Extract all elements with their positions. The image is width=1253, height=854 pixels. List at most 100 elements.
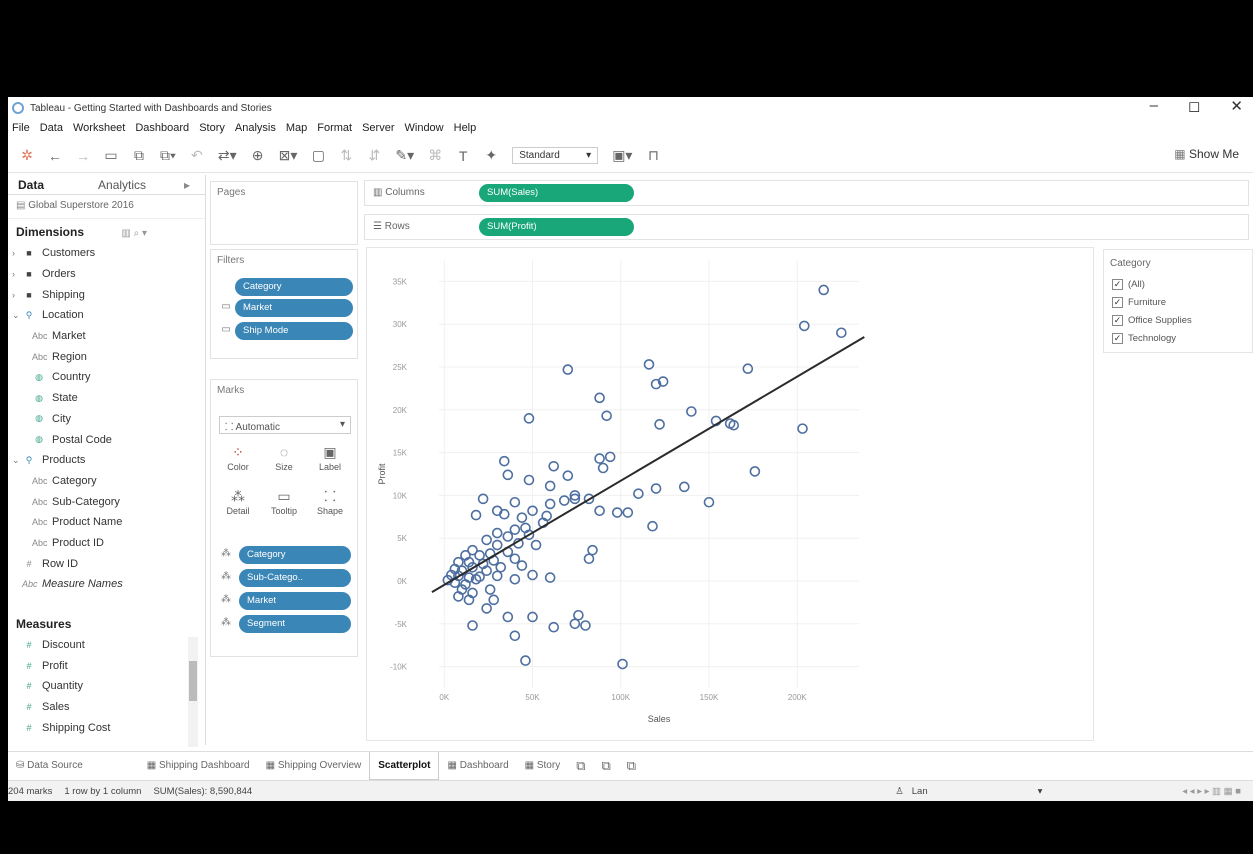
dimension-field[interactable]: ◍ City [8,409,205,430]
dimension-field[interactable]: ⌄ ⚲ Location [8,305,205,326]
marks-pill[interactable]: Sub-Catego.. [239,569,351,587]
menu-item-map[interactable]: Map [286,122,307,134]
filter-pill-category[interactable]: Category [235,278,353,296]
new-datasource-icon[interactable]: ⧉ [132,147,146,164]
pane-menu-icon[interactable]: ▸ [174,178,200,192]
menu-item-file[interactable]: File [12,122,30,134]
clear-sheet-icon[interactable]: ⊠▾ [279,147,298,164]
expand-arrow-icon[interactable]: › [12,290,22,300]
marks-size-button[interactable]: ◌ Size [263,442,305,482]
dimension-field[interactable]: Abc Sub-Category [8,491,205,512]
menu-item-story[interactable]: Story [199,122,225,134]
pin-icon[interactable]: ✦ [484,147,498,164]
columns-pill-sales[interactable]: SUM(Sales) [479,184,634,202]
tab-data-source[interactable]: ⛁ Data Source [8,760,91,771]
view-cards-icon[interactable]: ▣▾ [612,147,632,164]
measure-field[interactable]: # Shipping Cost [8,717,205,738]
data-pane-scrollbar[interactable] [188,637,198,747]
dimension-field[interactable]: Abc Category [8,471,205,492]
datasource-item[interactable]: ▤ Global Superstore 2016 [8,195,205,219]
columns-shelf[interactable]: ▥ Columns SUM(Sales) [364,180,1249,206]
marks-label-button[interactable]: ▣ Label [309,442,351,482]
fit-select[interactable]: Standard ▾ [512,147,599,164]
dimension-field[interactable]: ⌄ ⚲ Products [8,450,205,471]
expand-arrow-icon[interactable]: › [12,248,22,258]
swap-icon[interactable]: ⇄▾ [218,147,237,164]
dimension-field[interactable]: › ■ Customers [8,243,205,264]
menu-item-window[interactable]: Window [405,122,444,134]
filters-card[interactable]: Filters Category ▭ Market ▭ Ship Mode [210,249,358,359]
undo-icon[interactable]: ↶ [190,147,204,164]
dimension-field[interactable]: › ■ Shipping [8,284,205,305]
new-dashboard-icon[interactable]: ⧉ [594,758,619,774]
menu-item-analysis[interactable]: Analysis [235,122,276,134]
sheet-tab[interactable]: Scatterplot [369,751,440,780]
sheet-tab[interactable]: ▦ Shipping Overview [258,760,370,771]
forward-icon[interactable]: → [76,148,90,164]
text-icon[interactable]: T [456,148,470,164]
status-user[interactable]: Lan [912,786,928,797]
maximize-icon[interactable]: ◻ [1188,97,1200,115]
save-icon[interactable]: ▭ [104,147,118,164]
minimize-icon[interactable]: – [1150,97,1158,115]
filter-pill-ship-mode[interactable]: Ship Mode [235,322,353,340]
dimension-field[interactable]: # Row ID [8,553,205,574]
measure-field[interactable]: # Sales [8,697,205,718]
checkbox-checked-icon[interactable]: ✓ [1112,278,1123,290]
new-story-icon[interactable]: ⧉ [619,758,644,774]
sheet-tab[interactable]: ▦ Shipping Dashboard [139,760,258,771]
rows-pill-profit[interactable]: SUM(Profit) [479,218,634,236]
legend-item[interactable]: ✓ Office Supplies [1104,311,1252,329]
menu-item-data[interactable]: Data [40,122,63,134]
format-icon[interactable]: ⌘ [428,147,442,164]
rows-shelf[interactable]: ☰ Rows SUM(Profit) [364,214,1249,240]
scroll-thumb[interactable] [189,661,197,701]
highlight-icon[interactable]: ▢ [311,147,325,164]
measure-field[interactable]: # Profit [8,655,205,676]
pages-card[interactable]: Pages [210,181,358,245]
legend-item[interactable]: ✓ Furniture [1104,293,1252,311]
checkbox-checked-icon[interactable]: ✓ [1112,296,1123,308]
sheet-tab[interactable]: ▦ Story [517,760,569,771]
dimension-field[interactable]: Abc Product Name [8,512,205,533]
back-icon[interactable]: ← [48,148,62,164]
dimension-field[interactable]: ◍ Country [8,367,205,388]
menu-item-format[interactable]: Format [317,122,352,134]
new-worksheet-icon[interactable]: ⧉ [568,758,593,774]
expand-arrow-icon[interactable]: ⌄ [12,455,22,466]
sheet-tab[interactable]: ▦ Dashboard [439,760,516,771]
pen-icon[interactable]: ✎▾ [395,147,414,164]
user-dropdown-icon[interactable]: ▾ [1038,786,1043,797]
expand-arrow-icon[interactable]: › [12,269,22,279]
expand-arrow-icon[interactable]: ⌄ [12,310,22,321]
marks-color-button[interactable]: ⁘ Color [217,442,259,482]
measure-field[interactable]: # Discount [8,635,205,656]
checkbox-checked-icon[interactable]: ✓ [1112,314,1123,326]
menu-item-help[interactable]: Help [454,122,477,134]
dimension-field[interactable]: ◍ State [8,388,205,409]
tab-data[interactable]: Data [8,178,54,192]
dimension-field[interactable]: Abc Measure Names [8,574,205,595]
search-icon[interactable]: ▥ ⌕ ▾ [121,228,147,239]
sort-desc-icon[interactable]: ⇵ [367,147,381,164]
checkbox-checked-icon[interactable]: ✓ [1112,332,1123,344]
tableau-home-icon[interactable]: ✲ [20,147,34,164]
new-worksheet-icon[interactable]: ⧉▾ [160,147,176,164]
marks-tooltip-button[interactable]: ▭ Tooltip [263,486,305,526]
tab-analytics[interactable]: Analytics [88,178,156,192]
mark-type-select[interactable]: ⸬ Automatic ▾ [219,416,351,434]
filter-pill-market[interactable]: Market [235,299,353,317]
menu-item-dashboard[interactable]: Dashboard [135,122,189,134]
dimension-field[interactable]: Abc Market [8,326,205,347]
menu-item-server[interactable]: Server [362,122,394,134]
presentation-icon[interactable]: ⊓ [646,147,660,164]
dimension-field[interactable]: Abc Product ID [8,533,205,554]
marks-pill[interactable]: Market [239,592,351,610]
marks-shape-button[interactable]: ⸬ Shape [309,486,351,526]
legend-item[interactable]: ✓ Technology [1104,329,1252,347]
menu-item-worksheet[interactable]: Worksheet [73,122,125,134]
show-me-button[interactable]: ▦ Show Me [1174,147,1239,161]
sort-asc-icon[interactable]: ⇅ [339,147,353,164]
legend-item[interactable]: ✓ (All) [1104,275,1252,293]
view-toggle-icons[interactable]: ◂ ◂ ▸ ▸ ▥ ▦ ■ [1182,786,1241,797]
